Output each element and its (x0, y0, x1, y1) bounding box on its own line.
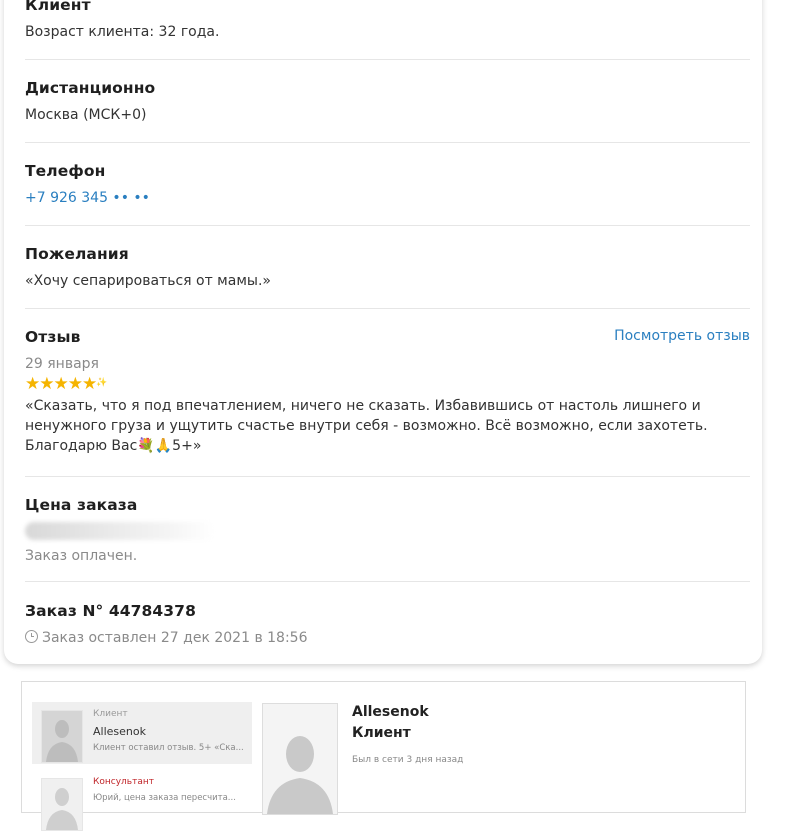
dialog-snippet: Клиент оставил отзыв. 5+ «Ска... (93, 743, 244, 753)
order-number: Заказ N° 44784378 (25, 602, 196, 620)
avatar (41, 710, 83, 763)
review-section: Отзыв Посмотреть отзыв 29 января ★★★★★✨ … (25, 328, 750, 456)
client-section: Клиент Возраст клиента: 32 года. (25, 0, 750, 40)
divider (25, 308, 750, 309)
star-icons: ★★★★★ (25, 374, 97, 394)
sparkle-icon: ✨ (96, 378, 108, 388)
order-created-text: Заказ оставлен 27 дек 2021 в 18:56 (42, 630, 308, 646)
dialog-role: Клиент (93, 709, 128, 719)
profile-name: Allesenok (352, 704, 429, 720)
order-section: Заказ N° 44784378 Заказ оставлен 27 дек … (25, 602, 750, 646)
clock-icon (25, 630, 38, 643)
dialog-item-consultant[interactable]: Консультант Юрий, цена заказа пересчита.… (32, 770, 252, 832)
profile-avatar (262, 703, 338, 815)
wishes-text: «Хочу сепарироваться от мамы.» (25, 273, 271, 289)
price-section: Цена заказа Заказ оплачен. (25, 496, 750, 564)
user-silhouette-icon (42, 711, 82, 762)
divider (25, 225, 750, 226)
profile-online-status: Был в сети 3 дня назад (352, 755, 464, 765)
view-review-link[interactable]: Посмотреть отзыв (614, 328, 750, 344)
phone-link[interactable]: +7 926 345 •• •• (25, 190, 750, 206)
chat-panel: Клиент Allesenok Клиент оставил отзыв. 5… (21, 681, 746, 831)
order-created: Заказ оставлен 27 дек 2021 в 18:56 (25, 630, 750, 646)
format-section: Дистанционно Москва (МСК+0) (25, 79, 750, 123)
avatar (41, 778, 83, 831)
price-heading: Цена заказа (25, 496, 138, 514)
phone-section: Телефон +7 926 345 •• •• (25, 162, 750, 206)
dialog-name: Allesenok (93, 725, 146, 738)
divider (25, 142, 750, 143)
review-text: «Сказать, что я под впечатлением, ничего… (25, 396, 750, 456)
payment-status: Заказ оплачен. (25, 548, 138, 564)
review-text-line: ненужного груза и ущутить счастье внутри… (25, 418, 708, 434)
rating-stars: ★★★★★✨ (25, 374, 750, 394)
review-date: 29 января (25, 356, 99, 372)
review-text-line: Благодарю Вас💐🙏5+» (25, 438, 202, 454)
client-age: Возраст клиента: 32 года. (25, 24, 220, 40)
wishes-section: Пожелания «Хочу сепарироваться от мамы.» (25, 245, 750, 289)
client-heading: Клиент (25, 0, 91, 14)
user-silhouette-icon (42, 779, 82, 830)
format-heading: Дистанционно (25, 79, 156, 97)
divider (25, 581, 750, 582)
divider (25, 59, 750, 60)
user-silhouette-icon (263, 704, 337, 814)
profile-role: Клиент (352, 725, 411, 741)
dialog-snippet: Юрий, цена заказа пересчита... (93, 793, 236, 803)
order-details-card: Клиент Возраст клиента: 32 года. Дистанц… (4, 0, 762, 664)
price-value-blurred (25, 522, 215, 540)
review-text-line: «Сказать, что я под впечатлением, ничего… (25, 398, 701, 414)
wishes-heading: Пожелания (25, 245, 129, 263)
divider (25, 476, 750, 477)
dialog-role: Консультант (93, 777, 154, 787)
dialog-item-client[interactable]: Клиент Allesenok Клиент оставил отзыв. 5… (32, 702, 252, 764)
phone-heading: Телефон (25, 162, 106, 180)
timezone-text: Москва (МСК+0) (25, 107, 147, 123)
